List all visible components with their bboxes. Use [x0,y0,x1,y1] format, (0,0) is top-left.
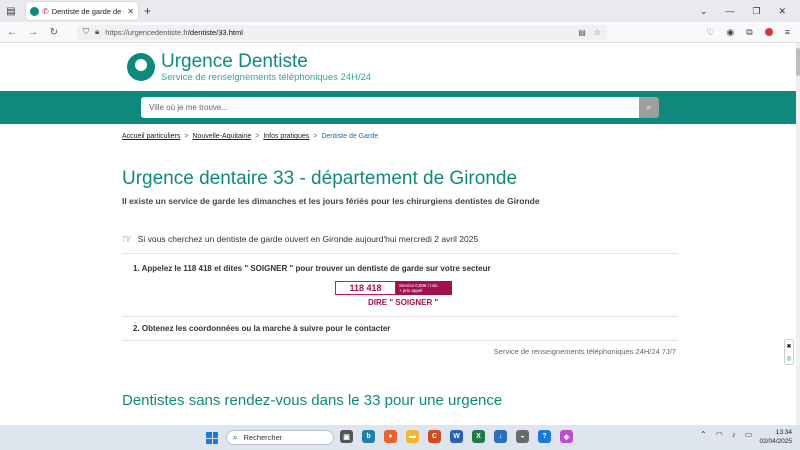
scrollbar[interactable] [796,43,800,425]
breadcrumb-separator: > [184,133,189,140]
say-soigner: DIRE " SOIGNER " [368,298,439,307]
extensions-icon[interactable]: ⧉ [746,27,752,38]
close-tab-icon[interactable]: ✕ [127,7,134,16]
url-path: /dentiste/33.html [187,27,243,37]
toolbar-right: ♡ ◉ ⧉ ≡ [706,27,800,38]
phone-icon: ✆ [42,6,49,16]
browser-tab-active[interactable]: ✆ Dentiste de garde de Giron ✕ [26,2,138,20]
step-1: 1. Appelez le 118 418 et dites " SOIGNER… [133,264,491,273]
battery-icon[interactable]: ▭ [745,430,753,439]
close-panel-icon[interactable]: ✖ [786,343,791,350]
taskbar-search-label: Rechercher [243,433,283,442]
reload-icon[interactable]: ↻ [45,27,63,38]
search-band: ⌕ [0,91,796,124]
breadcrumb-current: Dentiste de Garde [321,133,379,140]
window-controls: ⌄ — ❐ ✕ [700,6,800,17]
site-logo[interactable]: Urgence Dentiste Service de renseignemen… [127,51,371,83]
divider [122,316,678,317]
breadcrumb-separator: > [313,133,318,140]
breadcrumb-separator: > [255,133,260,140]
download-icon[interactable]: ↓ [494,430,507,443]
divider [122,340,678,341]
divider [122,253,678,254]
url-host: https://urgencedentiste.fr [105,27,188,37]
volume-icon[interactable]: ♪ [732,430,736,439]
search-icon: ⌕ [646,102,652,112]
taskbar-apps: ▣ b ● ▬ C W X ↓ ◒ ? ◆ [340,430,573,443]
maximize-icon[interactable]: ❐ [752,6,760,17]
task-view-icon[interactable]: ▣ [340,430,353,443]
site-brand: Urgence Dentiste [161,51,308,72]
close-window-icon[interactable]: ✕ [778,6,786,17]
step-2: 2. Obtenez les coordonnées ou la marche … [133,324,391,333]
help-icon[interactable]: ? [538,430,551,443]
taskbar-clock[interactable]: 13:34 02/04/2025 [759,428,792,446]
firefox-icon[interactable]: ● [384,430,397,443]
excel-icon[interactable]: X [472,430,485,443]
system-tray: ⌃ ◠ ♪ ▭ [700,430,752,439]
extension-badge-icon[interactable] [764,28,773,36]
phone-number[interactable]: 118 418 [335,281,396,295]
page-viewport: Urgence Dentiste Service de renseignemen… [0,43,796,425]
breadcrumb-region[interactable]: Nouvelle-Aquitaine [192,133,251,140]
pocket-icon[interactable]: ♡ [706,27,714,38]
search-button[interactable]: ⌕ [639,97,659,118]
reader-view-icon[interactable]: ▤ [578,28,586,37]
tab-overflow-icon[interactable]: ⌄ [700,6,708,17]
taskbar-search[interactable]: ⌕ Rechercher [226,430,334,445]
breadcrumb-infos[interactable]: Infos pratiques [263,133,309,140]
intro-text: Si vous cherchez un dentiste de garde ou… [137,234,479,244]
site-tagline: Service de renseignements téléphoniques … [161,72,372,83]
clock-date: 02/04/2025 [759,438,792,445]
new-tab-button[interactable]: + [144,4,151,18]
pointing-hand-icon: ☞ [122,232,133,246]
phone-number-box[interactable]: 118 418 Service 0,80€ / min + prix appel [335,281,452,295]
price-info: Service 0,80€ / min + prix appel [396,281,452,295]
copilot-icon[interactable]: ◆ [560,430,573,443]
page-title: Urgence dentaire 33 - département de Gir… [122,168,518,189]
extension-icon[interactable]: ◎ [786,355,791,362]
page-subtitle: Il existe un service de garde les dimanc… [122,196,540,206]
site-favicon-icon [30,6,39,16]
app-ccleaner-icon[interactable]: C [428,430,441,443]
scrollbar-thumb[interactable] [796,48,800,76]
windows-start-icon[interactable] [206,432,218,444]
tray-expand-icon[interactable]: ⌃ [700,430,707,439]
city-search-input[interactable] [141,97,639,118]
back-icon[interactable]: ← [3,27,21,38]
file-explorer-icon[interactable]: ▬ [406,430,419,443]
bookmark-star-icon[interactable]: ☆ [594,28,601,37]
intro-line: ☞ Si vous cherchez un dentiste de garde … [122,232,478,246]
tab-title: Dentiste de garde de Giron [51,6,125,16]
service-note: Service de renseignements téléphoniques … [493,347,676,356]
side-extension-panel[interactable]: ✖ ◎ [784,339,794,365]
wifi-icon[interactable]: ◠ [716,430,723,439]
browser-toolbar: ← → ↻ ⛉ 🔒︎ https://urgencedentiste.fr/de… [0,22,800,43]
clock-time: 13:34 [775,429,792,436]
app-b-icon[interactable]: b [362,430,375,443]
tab-list-icon[interactable]: ▤ [0,0,22,22]
address-bar[interactable]: ⛉ 🔒︎ https://urgencedentiste.fr/dentiste… [77,24,607,40]
section-title-dentists: Dentistes sans rendez-vous dans le 33 po… [122,392,503,409]
lock-icon[interactable]: 🔒︎ [95,27,99,37]
dentist-logo-icon [127,53,155,81]
url-text[interactable]: https://urgencedentiste.fr/dentiste/33.h… [105,28,570,37]
breadcrumb-home[interactable]: Accueil particuliers [122,133,180,140]
minimize-icon[interactable]: — [725,6,734,16]
breadcrumb: Accueil particuliers > Nouvelle-Aquitain… [122,133,378,140]
search-icon: ⌕ [233,432,238,442]
shield-icon[interactable]: ⛉ [83,27,89,37]
browser-tab-bar: ▤ ✆ Dentiste de garde de Giron ✕ + ⌄ — ❐… [0,0,800,22]
price-line-2: + prix appel [399,288,423,293]
menu-icon[interactable]: ≡ [785,27,790,37]
account-icon[interactable]: ◉ [726,27,734,38]
word-icon[interactable]: W [450,430,463,443]
forward-icon[interactable]: → [24,27,42,38]
app-dark-icon[interactable]: ◒ [516,430,529,443]
